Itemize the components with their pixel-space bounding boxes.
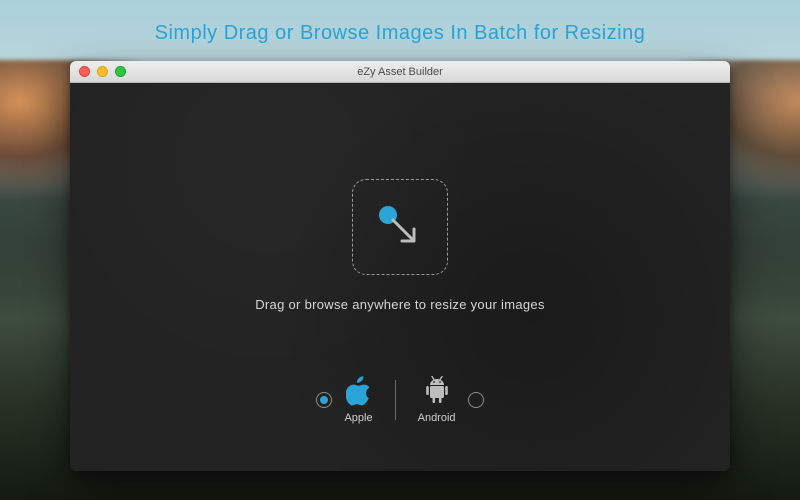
platform-label-apple: Apple (344, 412, 372, 424)
window-title: eZy Asset Builder (70, 66, 730, 78)
app-window: eZy Asset Builder Drag or browse anywher… (70, 61, 730, 471)
marketing-headline: Simply Drag or Browse Images In Batch fo… (0, 0, 800, 45)
radio-apple[interactable] (316, 392, 332, 408)
drop-zone[interactable] (352, 179, 448, 275)
platform-label-android: Android (418, 412, 456, 424)
android-icon (424, 376, 450, 406)
window-controls (70, 66, 126, 77)
window-content[interactable]: Drag or browse anywhere to resize your i… (70, 83, 730, 471)
platform-selector: Apple (316, 376, 483, 424)
resize-arrow-icon (372, 199, 428, 255)
titlebar[interactable]: eZy Asset Builder (70, 61, 730, 83)
platform-divider (395, 380, 396, 420)
apple-icon (346, 376, 372, 406)
minimize-icon[interactable] (97, 66, 108, 77)
drop-zone-hint: Drag or browse anywhere to resize your i… (255, 297, 545, 312)
zoom-icon[interactable] (115, 66, 126, 77)
radio-android[interactable] (468, 392, 484, 408)
platform-option-apple[interactable]: Apple (316, 376, 372, 424)
platform-option-android[interactable]: Android (418, 376, 484, 424)
close-icon[interactable] (79, 66, 90, 77)
